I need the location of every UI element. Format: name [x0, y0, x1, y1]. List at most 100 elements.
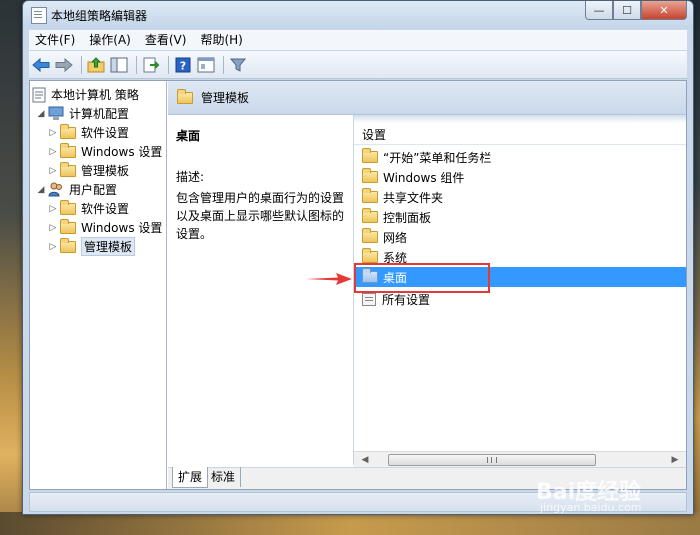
- menu-file[interactable]: 文件(F): [29, 30, 81, 50]
- description-title: 桌面: [176, 129, 201, 143]
- folder-icon: [177, 88, 193, 104]
- console-tree-icon: [110, 57, 128, 72]
- maximize-button[interactable]: ☐: [613, 1, 641, 20]
- menu-view[interactable]: 查看(V): [139, 30, 193, 50]
- folder-icon: [362, 248, 378, 263]
- menu-bar: 文件(F) 操作(A) 查看(V) 帮助(H): [29, 30, 687, 50]
- scroll-right-icon[interactable]: ▶: [668, 454, 682, 466]
- folder-icon: [362, 148, 378, 163]
- scroll-left-icon[interactable]: ◀: [358, 454, 372, 466]
- expanded-arrow-icon: ◢: [37, 108, 45, 119]
- expanded-arrow-icon: ◢: [37, 184, 45, 195]
- horizontal-scrollbar[interactable]: ◀ ▶: [354, 451, 686, 468]
- up-level-button[interactable]: [86, 55, 106, 75]
- list-item-label: 共享文件夹: [383, 190, 444, 205]
- list-item[interactable]: 共享文件夹: [354, 187, 686, 207]
- desktop-background: [0, 0, 24, 535]
- collapsed-arrow-icon: ▷: [49, 127, 57, 138]
- properties-icon: [197, 57, 215, 72]
- tree-label: Windows 设置: [81, 145, 163, 159]
- help-icon: ?: [175, 57, 191, 72]
- collapsed-arrow-icon: ▷: [49, 146, 57, 157]
- folder-icon: [60, 199, 76, 215]
- column-header-settings[interactable]: 设置: [354, 125, 686, 145]
- collapsed-arrow-icon: ▷: [49, 222, 57, 233]
- folder-icon: [362, 228, 378, 243]
- forward-button[interactable]: [54, 55, 74, 75]
- tree-label: 用户配置: [69, 183, 118, 197]
- app-icon: [31, 7, 47, 24]
- tree-item-user-config[interactable]: ◢ 用户配置: [36, 180, 117, 199]
- help-button[interactable]: ?: [173, 55, 193, 75]
- collapsed-arrow-icon: ▷: [49, 203, 57, 214]
- maximize-icon: ☐: [622, 3, 632, 17]
- tree-item-computer-admin[interactable]: ▷ 管理模板: [48, 161, 129, 180]
- filter-icon: [230, 58, 246, 72]
- description-text: 包含管理用户的桌面行为的设置以及桌面上显示哪些默认图标的设置。: [176, 191, 345, 241]
- show-hide-tree-button[interactable]: [109, 55, 129, 75]
- details-header: 管理模板: [168, 81, 686, 115]
- list-header-gradient: [354, 115, 686, 123]
- toolbar-separator: [136, 55, 137, 74]
- folder-icon: [60, 161, 76, 177]
- back-arrow-icon: [32, 57, 50, 72]
- properties-button[interactable]: [196, 55, 216, 75]
- folder-icon: [60, 123, 76, 139]
- all-settings-icon: [362, 292, 376, 306]
- tree-label: 计算机配置: [69, 107, 130, 121]
- details-header-title: 管理模板: [201, 91, 250, 105]
- folder-icon: [60, 218, 76, 234]
- group-policy-editor-window: 本地组策略编辑器 — ☐ ✕ 文件(F) 操作(A) 查看(V) 帮助(H) ?…: [22, 0, 694, 515]
- export-list-button[interactable]: [141, 55, 161, 75]
- minimize-icon: —: [593, 3, 605, 17]
- tree-label: 本地计算机 策略: [51, 88, 139, 102]
- list-item-label: 网络: [383, 230, 408, 245]
- window-title: 本地组策略编辑器: [51, 9, 148, 23]
- folder-up-icon: [87, 56, 105, 72]
- tree-label: 软件设置: [81, 126, 130, 140]
- tree-item-user-software[interactable]: ▷ 软件设置: [48, 199, 129, 218]
- tree-label: 管理模板: [81, 237, 136, 256]
- tree-item-user-windows[interactable]: ▷ Windows 设置: [48, 218, 162, 237]
- console-tree: 本地计算机 策略 ◢ 计算机配置 ▷ 软件设置 ▷ Windows 设置 ▷ 管…: [30, 81, 167, 489]
- folder-icon: [60, 237, 76, 253]
- tree-item-user-admin[interactable]: ▷ 管理模板: [48, 237, 136, 256]
- toolbar-separator: [168, 55, 169, 74]
- tab-extended[interactable]: 扩展: [172, 467, 209, 488]
- tree-item-computer-config[interactable]: ◢ 计算机配置: [36, 104, 129, 123]
- toolbar: ?: [29, 51, 687, 79]
- scrollbar-thumb[interactable]: [388, 454, 596, 466]
- tree-item-computer-software[interactable]: ▷ 软件设置: [48, 123, 129, 142]
- tree-item-root[interactable]: 本地计算机 策略: [32, 85, 139, 104]
- tree-label: Windows 设置: [81, 221, 163, 235]
- list-item[interactable]: “开始”菜单和任务栏: [354, 147, 686, 167]
- list-item[interactable]: Windows 组件: [354, 167, 686, 187]
- watermark-url: jingyan.baidu.com: [540, 501, 642, 514]
- list-item[interactable]: 网络: [354, 227, 686, 247]
- folder-icon: [362, 168, 378, 183]
- computer-icon: [48, 106, 64, 120]
- list-item-label: Windows 组件: [383, 170, 465, 185]
- minimize-button[interactable]: —: [585, 1, 613, 20]
- back-button[interactable]: [31, 55, 51, 75]
- toolbar-separator: [223, 55, 224, 74]
- filter-button[interactable]: [228, 55, 248, 75]
- title-bar[interactable]: 本地组策略编辑器 — ☐ ✕: [23, 1, 693, 29]
- list-item[interactable]: 控制面板: [354, 207, 686, 227]
- close-icon: ✕: [659, 3, 669, 17]
- tree-item-computer-windows[interactable]: ▷ Windows 设置: [48, 142, 162, 161]
- collapsed-arrow-icon: ▷: [49, 165, 57, 176]
- menu-help[interactable]: 帮助(H): [194, 30, 248, 50]
- tab-standard[interactable]: 标准: [206, 467, 242, 487]
- policy-document-icon: [32, 87, 46, 102]
- svg-text:?: ?: [180, 59, 186, 72]
- menu-action[interactable]: 操作(A): [83, 30, 137, 50]
- desktop-background-bottom: [0, 512, 700, 535]
- close-button[interactable]: ✕: [641, 1, 687, 20]
- forward-arrow-icon: [55, 57, 73, 72]
- collapsed-arrow-icon: ▷: [49, 241, 57, 252]
- folder-icon: [362, 208, 378, 223]
- list-item-label: “开始”菜单和任务栏: [383, 150, 492, 165]
- export-icon: [143, 57, 160, 72]
- annotation-arrow-icon: [306, 273, 352, 285]
